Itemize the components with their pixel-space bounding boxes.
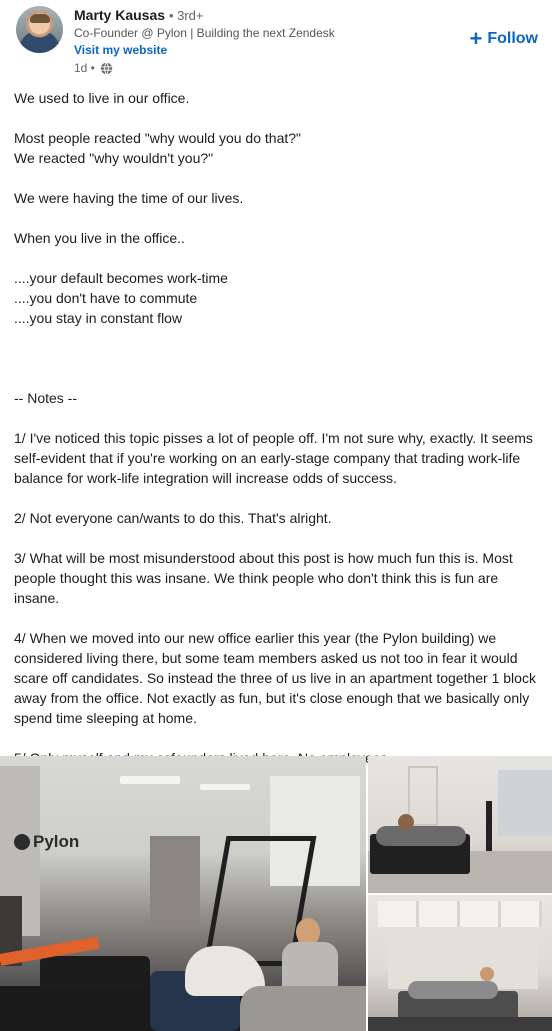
post-text-line: We used to live in our office. — [14, 90, 190, 106]
post-text-line: We were having the time of our lives. — [14, 190, 244, 206]
post-text-line — [14, 348, 538, 368]
post-body: We used to live in our office. Most peopl… — [14, 88, 538, 768]
globe-icon — [100, 61, 113, 75]
office-photo-main[interactable]: Pylon — [0, 756, 366, 1031]
author-name[interactable]: Marty Kausas — [74, 7, 165, 23]
post-meta: 1d • — [74, 61, 113, 75]
post-header: Marty Kausas • 3rd+ Co-Founder @ Pylon |… — [0, 0, 552, 84]
post-text-line: -- Notes -- — [14, 390, 77, 406]
post-text-line: ....your default becomes work-time — [14, 270, 228, 286]
post-text-line: 3/ What will be most misunderstood about… — [14, 550, 513, 606]
author-name-line[interactable]: Marty Kausas • 3rd+ — [74, 7, 203, 23]
follow-label: Follow — [487, 30, 538, 47]
post-text-line: Most people reacted "why would you do th… — [14, 130, 301, 146]
post-text-line: We reacted "why wouldn't you?" — [14, 150, 214, 166]
apartment-photo-1[interactable] — [368, 756, 552, 893]
author-avatar[interactable] — [16, 6, 63, 53]
post-text-line: ....you stay in constant flow — [14, 310, 183, 326]
author-headline: Co-Founder @ Pylon | Building the next Z… — [74, 26, 335, 40]
post-images[interactable]: Pylon — [0, 756, 552, 1031]
follow-button[interactable]: + Follow — [469, 26, 538, 51]
connection-degree: • 3rd+ — [168, 8, 204, 23]
post-text-line: 1/ I've noticed this topic pisses a lot … — [14, 430, 533, 486]
plus-icon: + — [469, 26, 483, 51]
visit-website-link[interactable]: Visit my website — [74, 43, 167, 57]
post-text-line: 2/ Not everyone can/wants to do this. Th… — [14, 510, 332, 526]
post-text-line: When you live in the office.. — [14, 230, 185, 246]
apartment-photo-2[interactable] — [368, 895, 552, 1031]
post-text-line: ....you don't have to commute — [14, 290, 198, 306]
post-text-line: 4/ When we moved into our new office ear… — [14, 630, 536, 726]
pylon-sign: Pylon — [33, 832, 80, 851]
post-time: 1d • — [74, 61, 95, 75]
